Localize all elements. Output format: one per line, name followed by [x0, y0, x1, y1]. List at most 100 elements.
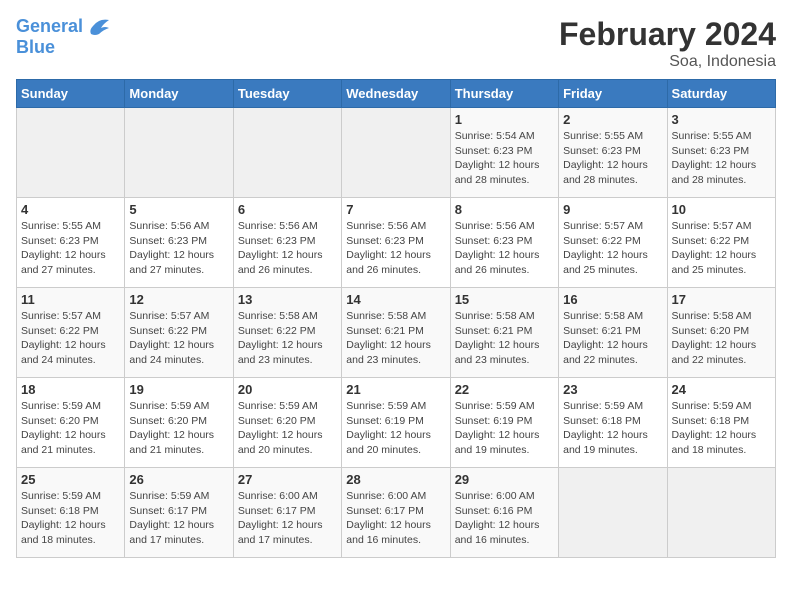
calendar-cell: 25 Sunrise: 5:59 AMSunset: 6:18 PMDayligh…	[17, 468, 125, 558]
logo-text-blue: Blue	[16, 38, 55, 58]
day-info: Sunrise: 5:57 AMSunset: 6:22 PMDaylight:…	[672, 219, 771, 278]
calendar-cell: 28Sunrise: 6:00 AMSunset: 6:17 PMDayligh…	[342, 468, 450, 558]
calendar-cell: 14 Sunrise: 5:58 AMSunset: 6:21 PMDayligh…	[342, 288, 450, 378]
day-number: 15	[455, 292, 554, 307]
day-info: Sunrise: 5:58 AMSunset: 6:21 PMDaylight:…	[563, 309, 662, 368]
header-day-thursday: Thursday	[450, 80, 558, 108]
day-info: Sunrise: 5:59 AMSunset: 6:20 PMDaylight:…	[238, 399, 337, 458]
day-number: 17	[672, 292, 771, 307]
day-info: Sunrise: 5:57 AMSunset: 6:22 PMDaylight:…	[21, 309, 120, 368]
day-number: 14	[346, 292, 445, 307]
logo-bird-icon	[85, 16, 111, 38]
day-number: 21	[346, 382, 445, 397]
header-day-saturday: Saturday	[667, 80, 775, 108]
week-row-0: 1Sunrise: 5:54 AMSunset: 6:23 PMDaylight…	[17, 108, 776, 198]
calendar-cell: 6 Sunrise: 5:56 AMSunset: 6:23 PMDaylight…	[233, 198, 341, 288]
week-row-2: 11 Sunrise: 5:57 AMSunset: 6:22 PMDayligh…	[17, 288, 776, 378]
title-block: February 2024 Soa, Indonesia	[559, 16, 776, 71]
calendar-cell: 19Sunrise: 5:59 AMSunset: 6:20 PMDayligh…	[125, 378, 233, 468]
day-number: 9	[563, 202, 662, 217]
day-number: 29	[455, 472, 554, 487]
day-number: 3	[672, 112, 771, 127]
calendar-cell	[17, 108, 125, 198]
day-info: Sunrise: 6:00 AMSunset: 6:16 PMDaylight:…	[455, 489, 554, 548]
day-number: 4	[21, 202, 120, 217]
calendar-title: February 2024	[559, 16, 776, 53]
day-info: Sunrise: 5:56 AMSunset: 6:23 PMDaylight:…	[455, 219, 554, 278]
day-number: 27	[238, 472, 337, 487]
day-info: Sunrise: 5:57 AMSunset: 6:22 PMDaylight:…	[563, 219, 662, 278]
header-row: SundayMondayTuesdayWednesdayThursdayFrid…	[17, 80, 776, 108]
day-number: 19	[129, 382, 228, 397]
header-day-monday: Monday	[125, 80, 233, 108]
day-number: 5	[129, 202, 228, 217]
day-info: Sunrise: 5:59 AMSunset: 6:17 PMDaylight:…	[129, 489, 228, 548]
day-info: Sunrise: 5:59 AMSunset: 6:18 PMDaylight:…	[21, 489, 120, 548]
day-number: 24	[672, 382, 771, 397]
day-number: 13	[238, 292, 337, 307]
calendar-cell: 11 Sunrise: 5:57 AMSunset: 6:22 PMDayligh…	[17, 288, 125, 378]
calendar-cell: 5 Sunrise: 5:56 AMSunset: 6:23 PMDaylight…	[125, 198, 233, 288]
calendar-cell	[125, 108, 233, 198]
day-number: 10	[672, 202, 771, 217]
day-number: 23	[563, 382, 662, 397]
calendar-cell: 21 Sunrise: 5:59 AMSunset: 6:19 PMDayligh…	[342, 378, 450, 468]
calendar-cell	[233, 108, 341, 198]
day-info: Sunrise: 5:59 AMSunset: 6:19 PMDaylight:…	[455, 399, 554, 458]
calendar-cell: 23 Sunrise: 5:59 AMSunset: 6:18 PMDayligh…	[559, 378, 667, 468]
logo-text-general: General	[16, 17, 83, 37]
day-info: Sunrise: 5:59 AMSunset: 6:19 PMDaylight:…	[346, 399, 445, 458]
header-day-wednesday: Wednesday	[342, 80, 450, 108]
day-number: 6	[238, 202, 337, 217]
calendar-cell: 24 Sunrise: 5:59 AMSunset: 6:18 PMDayligh…	[667, 378, 775, 468]
day-number: 18	[21, 382, 120, 397]
day-info: Sunrise: 5:55 AMSunset: 6:23 PMDaylight:…	[672, 129, 771, 188]
day-number: 2	[563, 112, 662, 127]
calendar-cell	[342, 108, 450, 198]
calendar-cell: 4Sunrise: 5:55 AMSunset: 6:23 PMDaylight…	[17, 198, 125, 288]
calendar-subtitle: Soa, Indonesia	[559, 53, 776, 71]
day-info: Sunrise: 5:56 AMSunset: 6:23 PMDaylight:…	[238, 219, 337, 278]
calendar-cell: 29 Sunrise: 6:00 AMSunset: 6:16 PMDayligh…	[450, 468, 558, 558]
day-info: Sunrise: 5:58 AMSunset: 6:21 PMDaylight:…	[455, 309, 554, 368]
calendar-cell: 22 Sunrise: 5:59 AMSunset: 6:19 PMDayligh…	[450, 378, 558, 468]
calendar-table: SundayMondayTuesdayWednesdayThursdayFrid…	[16, 79, 776, 558]
day-info: Sunrise: 5:58 AMSunset: 6:21 PMDaylight:…	[346, 309, 445, 368]
calendar-cell: 18 Sunrise: 5:59 AMSunset: 6:20 PMDayligh…	[17, 378, 125, 468]
header-day-tuesday: Tuesday	[233, 80, 341, 108]
day-number: 26	[129, 472, 228, 487]
calendar-cell: 12 Sunrise: 5:57 AMSunset: 6:22 PMDayligh…	[125, 288, 233, 378]
header-day-friday: Friday	[559, 80, 667, 108]
day-info: Sunrise: 5:56 AMSunset: 6:23 PMDaylight:…	[129, 219, 228, 278]
week-row-3: 18 Sunrise: 5:59 AMSunset: 6:20 PMDayligh…	[17, 378, 776, 468]
day-info: Sunrise: 5:54 AMSunset: 6:23 PMDaylight:…	[455, 129, 554, 188]
day-info: Sunrise: 5:55 AMSunset: 6:23 PMDaylight:…	[563, 129, 662, 188]
day-number: 22	[455, 382, 554, 397]
day-info: Sunrise: 6:00 AMSunset: 6:17 PMDaylight:…	[346, 489, 445, 548]
calendar-cell: 13Sunrise: 5:58 AMSunset: 6:22 PMDayligh…	[233, 288, 341, 378]
calendar-cell: 9 Sunrise: 5:57 AMSunset: 6:22 PMDaylight…	[559, 198, 667, 288]
day-number: 20	[238, 382, 337, 397]
calendar-cell: 2 Sunrise: 5:55 AMSunset: 6:23 PMDaylight…	[559, 108, 667, 198]
calendar-cell	[667, 468, 775, 558]
calendar-cell: 1Sunrise: 5:54 AMSunset: 6:23 PMDaylight…	[450, 108, 558, 198]
day-number: 12	[129, 292, 228, 307]
day-info: Sunrise: 5:59 AMSunset: 6:20 PMDaylight:…	[21, 399, 120, 458]
calendar-cell: 17 Sunrise: 5:58 AMSunset: 6:20 PMDayligh…	[667, 288, 775, 378]
day-info: Sunrise: 5:58 AMSunset: 6:20 PMDaylight:…	[672, 309, 771, 368]
day-info: Sunrise: 5:59 AMSunset: 6:18 PMDaylight:…	[563, 399, 662, 458]
day-info: Sunrise: 5:59 AMSunset: 6:18 PMDaylight:…	[672, 399, 771, 458]
calendar-cell: 15 Sunrise: 5:58 AMSunset: 6:21 PMDayligh…	[450, 288, 558, 378]
calendar-cell: 10 Sunrise: 5:57 AMSunset: 6:22 PMDayligh…	[667, 198, 775, 288]
header-day-sunday: Sunday	[17, 80, 125, 108]
calendar-cell: 3 Sunrise: 5:55 AMSunset: 6:23 PMDaylight…	[667, 108, 775, 198]
week-row-1: 4Sunrise: 5:55 AMSunset: 6:23 PMDaylight…	[17, 198, 776, 288]
day-number: 7	[346, 202, 445, 217]
week-row-4: 25 Sunrise: 5:59 AMSunset: 6:18 PMDayligh…	[17, 468, 776, 558]
calendar-cell: 20 Sunrise: 5:59 AMSunset: 6:20 PMDayligh…	[233, 378, 341, 468]
day-info: Sunrise: 5:57 AMSunset: 6:22 PMDaylight:…	[129, 309, 228, 368]
day-number: 8	[455, 202, 554, 217]
day-number: 25	[21, 472, 120, 487]
day-info: Sunrise: 6:00 AMSunset: 6:17 PMDaylight:…	[238, 489, 337, 548]
day-number: 11	[21, 292, 120, 307]
